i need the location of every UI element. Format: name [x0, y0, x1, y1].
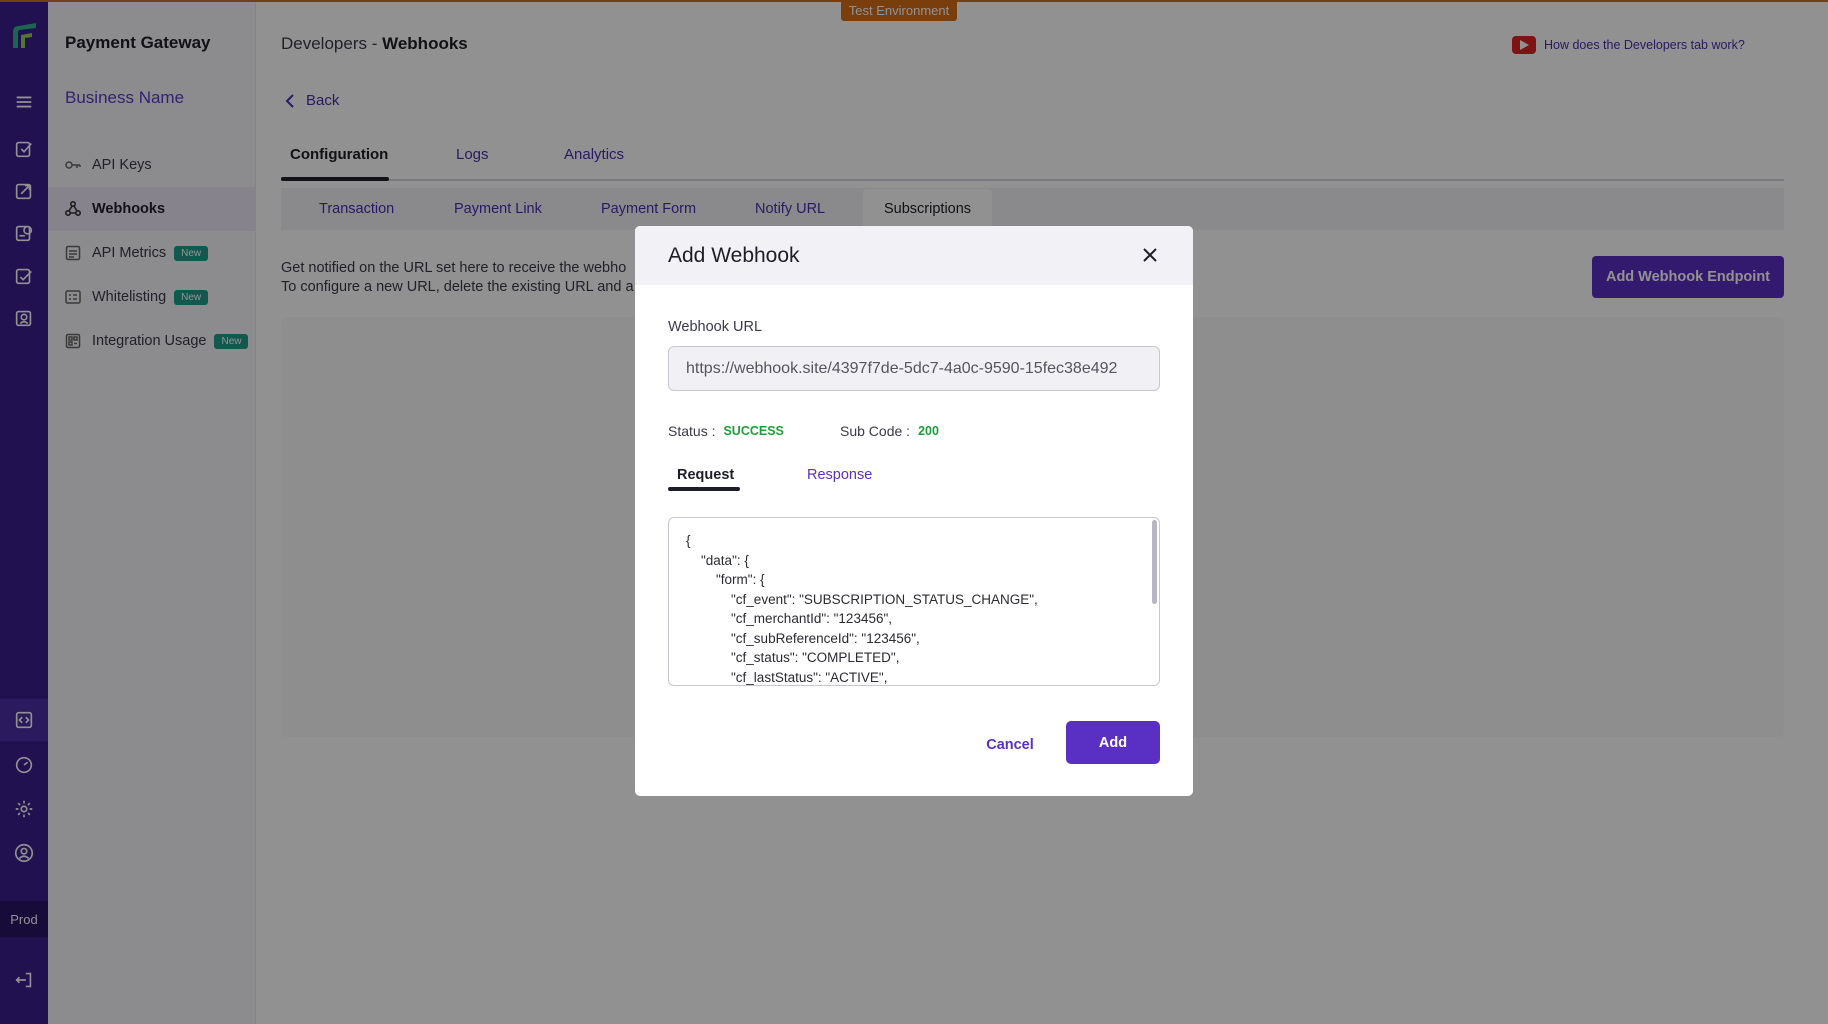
close-icon[interactable] [1138, 243, 1162, 267]
add-button[interactable]: Add [1066, 721, 1160, 764]
subcode-row: Sub Code : 200 [840, 423, 939, 439]
webhook-url-label: Webhook URL [668, 319, 763, 335]
status-label: Status : [668, 423, 716, 439]
dialog-header: Add Webhook [635, 226, 1193, 285]
subcode-label: Sub Code : [840, 423, 911, 439]
webhook-url-input[interactable] [668, 346, 1160, 391]
dialog-title: Add Webhook [668, 244, 800, 267]
cancel-button[interactable]: Cancel [972, 725, 1048, 765]
tab-request[interactable]: Request [677, 467, 734, 483]
subcode-value: 200 [918, 424, 939, 438]
request-body: { "data": { "form": { "cf_event": "SUBSC… [686, 533, 1038, 685]
status-row: Status : SUCCESS [668, 423, 784, 439]
add-webhook-dialog: Add Webhook Webhook URL Status : SUCCESS… [635, 226, 1193, 796]
tab-response[interactable]: Response [807, 467, 872, 483]
request-body-viewer[interactable]: { "data": { "form": { "cf_event": "SUBSC… [668, 517, 1160, 686]
status-value: SUCCESS [723, 424, 784, 438]
scrollbar[interactable] [1152, 520, 1157, 604]
active-tab-indicator [668, 487, 740, 491]
